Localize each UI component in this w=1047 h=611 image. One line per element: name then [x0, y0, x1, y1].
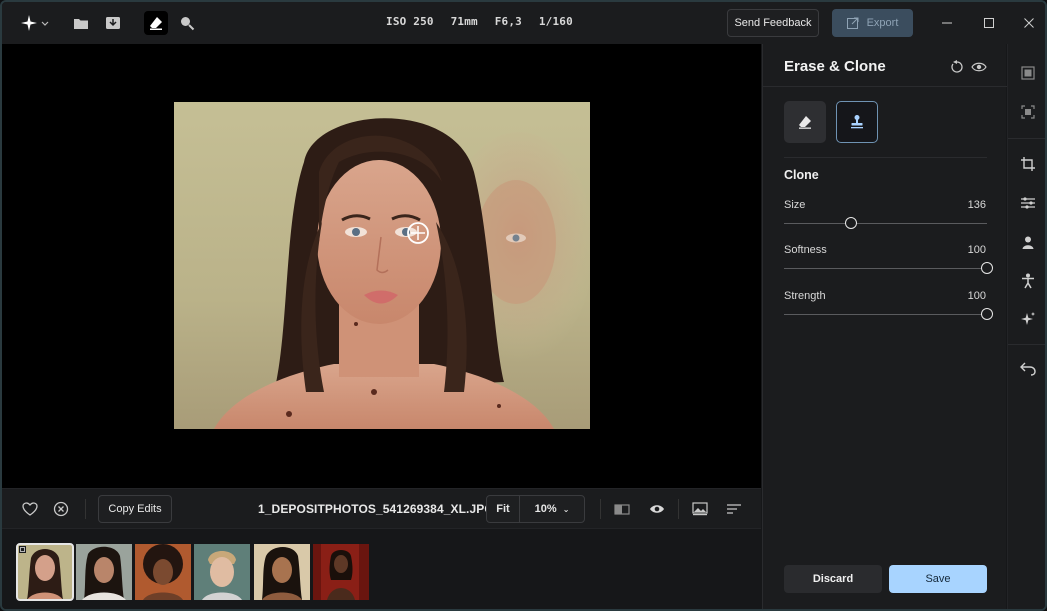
slider-track[interactable] — [784, 268, 987, 269]
focus-frame-icon[interactable] — [1019, 103, 1037, 121]
sparkle-logo-icon[interactable] — [19, 11, 51, 35]
slider-track[interactable] — [784, 314, 987, 315]
photo-preview[interactable] — [174, 102, 590, 429]
toolbar-divider — [85, 499, 86, 519]
ai-sparkle-icon[interactable] — [1019, 310, 1037, 328]
slider-knob[interactable] — [844, 217, 857, 229]
filmstrip-thumb[interactable] — [254, 544, 310, 600]
slider-label: Size — [784, 199, 806, 211]
erase-clone-panel: Erase & Clone Clone Size 136 Softness 10… — [762, 44, 1007, 609]
slider-value: 100 — [967, 244, 986, 256]
portrait-photo — [214, 118, 590, 429]
file-name: 1_DEPOSITPHOTOS_541269384_XL.JPG — [258, 502, 494, 516]
copy-edits-button[interactable]: Copy Edits — [98, 495, 172, 523]
save-button[interactable]: Save — [889, 565, 987, 593]
filmstrip-thumb[interactable] — [16, 543, 74, 601]
discard-button[interactable]: Discard — [784, 565, 882, 593]
app-window: ISO 250 71mm F6,3 1/160 Send Feedback Ex… — [0, 0, 1047, 611]
panel-title: Erase & Clone — [784, 58, 886, 75]
import-image-icon[interactable] — [101, 11, 125, 35]
clone-stamp-icon — [851, 115, 863, 129]
maximize-icon[interactable] — [980, 14, 998, 32]
rail-divider — [1008, 344, 1045, 345]
toolbar-divider — [600, 499, 601, 519]
filmstrip-thumb[interactable] — [313, 544, 369, 600]
eye-icon[interactable] — [648, 500, 666, 518]
exif-iso: ISO 250 — [386, 15, 434, 28]
search-tool-icon[interactable] — [175, 11, 199, 35]
slider-value: 100 — [967, 290, 986, 302]
chevron-down-icon: ⌄ — [562, 505, 570, 514]
zoom-control: Fit 10% ⌄ — [486, 495, 585, 523]
zoom-fit-button[interactable]: Fit — [487, 496, 520, 522]
exif-info: ISO 250 71mm F6,3 1/160 — [386, 15, 583, 28]
exif-focal: 71mm — [450, 15, 478, 28]
tool-rail — [1007, 44, 1045, 609]
crop-icon[interactable] — [1019, 155, 1037, 173]
sort-icon[interactable] — [725, 500, 743, 518]
rail-divider — [1008, 138, 1045, 139]
slider-label: Strength — [784, 290, 826, 302]
export-label: Export — [866, 17, 899, 29]
clone-mode-button[interactable] — [836, 101, 878, 143]
adjustments-icon[interactable] — [1019, 194, 1037, 212]
slider-value: 136 — [967, 199, 986, 211]
history-undo-icon[interactable] — [1019, 360, 1037, 378]
eraser-icon — [799, 116, 811, 129]
compare-icon[interactable] — [613, 500, 631, 518]
gallery-icon[interactable] — [691, 500, 709, 518]
filmstrip-thumb[interactable] — [135, 544, 191, 600]
exif-shutter: 1/160 — [538, 15, 573, 28]
filmstrip-thumb[interactable] — [76, 544, 132, 600]
zoom-value: 10% — [534, 503, 557, 515]
presets-icon[interactable] — [1019, 64, 1037, 82]
panel-divider — [763, 86, 1007, 87]
erase-mode-button[interactable] — [784, 101, 826, 143]
slider-knob[interactable] — [981, 262, 993, 274]
folder-icon[interactable] — [69, 11, 93, 35]
body-icon[interactable] — [1019, 272, 1037, 290]
toolbar-divider — [678, 499, 679, 519]
top-bar: ISO 250 71mm F6,3 1/160 Send Feedback Ex… — [2, 2, 1045, 44]
exif-aperture: F6,3 — [494, 15, 523, 28]
close-icon[interactable] — [1020, 14, 1038, 32]
minimize-icon[interactable] — [938, 14, 956, 32]
slider-knob[interactable] — [981, 308, 993, 320]
slider-label: Softness — [784, 244, 827, 256]
reject-icon[interactable] — [52, 500, 70, 518]
image-canvas[interactable] — [2, 44, 761, 488]
bottom-toolbar: Copy Edits 1_DEPOSITPHOTOS_541269384_XL.… — [2, 488, 761, 528]
portrait-icon[interactable] — [1019, 233, 1037, 251]
send-feedback-button[interactable]: Send Feedback — [727, 9, 819, 37]
filmstrip — [2, 528, 761, 609]
filmstrip-thumb[interactable] — [194, 544, 250, 600]
eraser-tool-icon[interactable] — [144, 11, 168, 35]
export-icon — [846, 17, 859, 29]
slider-track[interactable] — [784, 223, 987, 224]
reset-icon[interactable] — [948, 58, 966, 76]
panel-divider — [784, 157, 987, 158]
zoom-dropdown[interactable]: 10% ⌄ — [520, 503, 584, 515]
visibility-eye-icon[interactable] — [970, 58, 988, 76]
export-button[interactable]: Export — [832, 9, 913, 37]
clone-section-title: Clone — [784, 168, 819, 182]
heart-icon[interactable] — [21, 500, 39, 518]
